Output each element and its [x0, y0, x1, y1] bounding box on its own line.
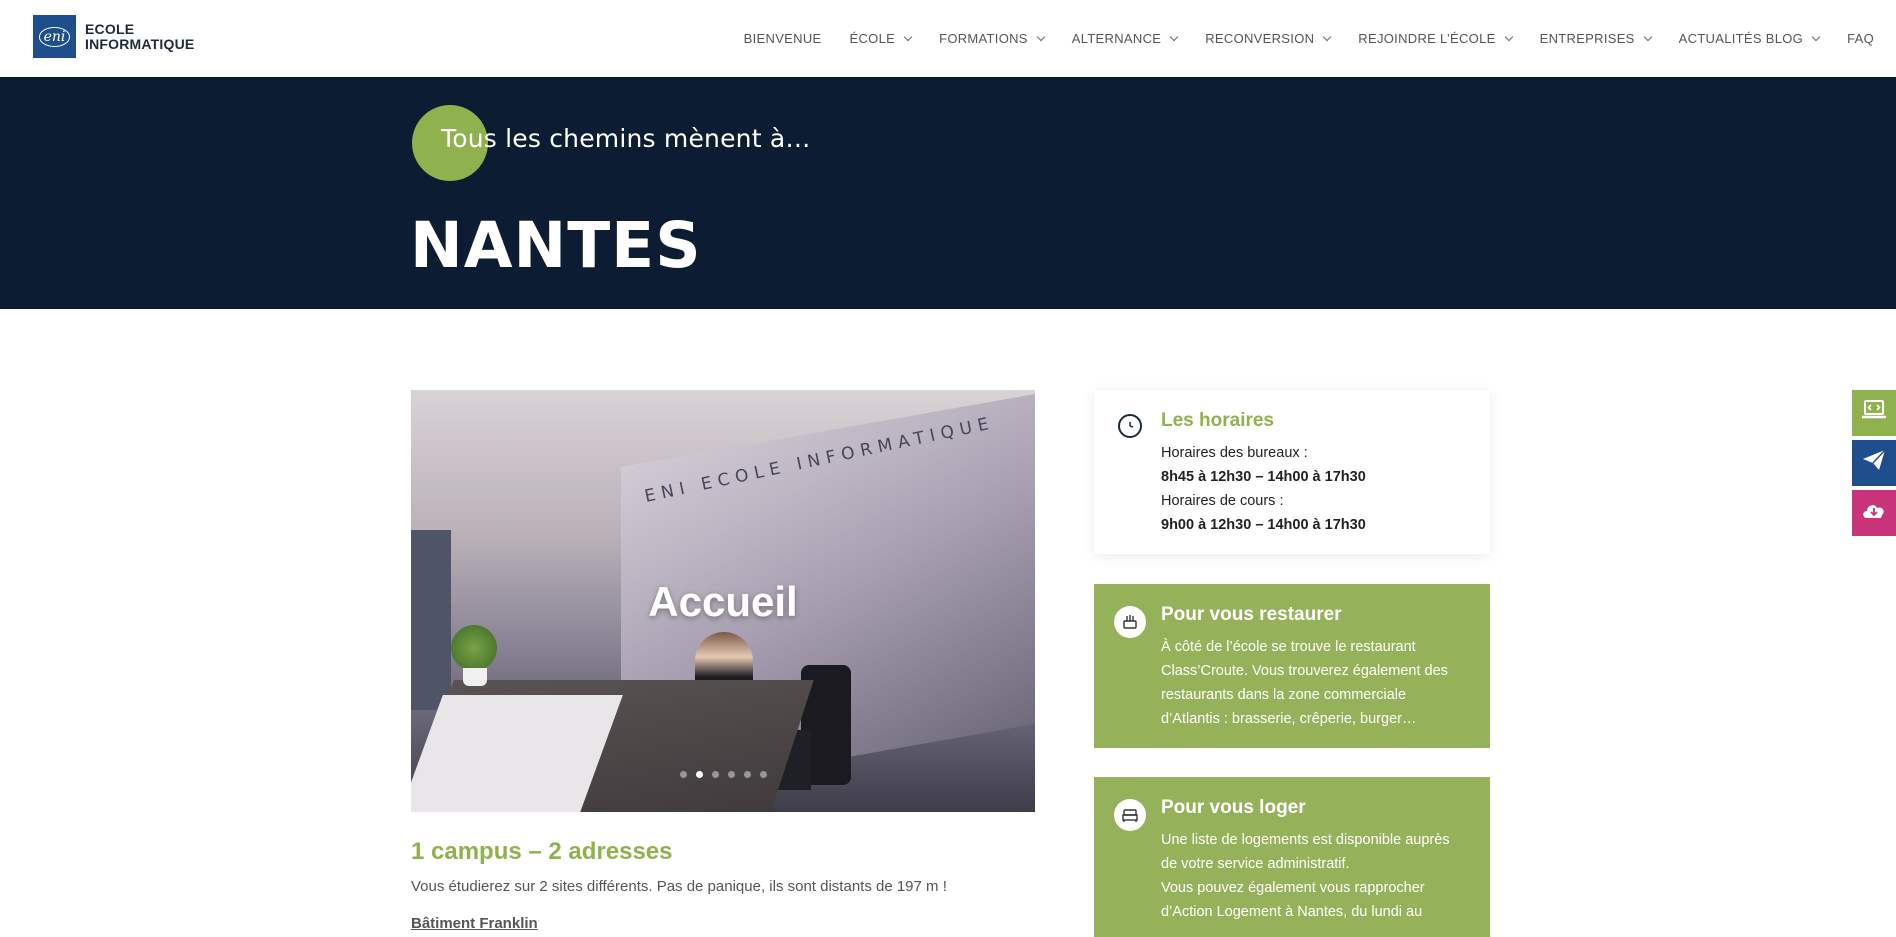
clock-icon [1118, 414, 1142, 438]
chevron-down-icon [1036, 32, 1046, 41]
chevron-down-icon [1504, 32, 1513, 41]
side-button-download[interactable] [1852, 490, 1896, 536]
card-title: Pour vous restaurer [1161, 604, 1342, 625]
bed-icon [1114, 799, 1146, 831]
nav-item-reconversion[interactable]: RECONVERSION [1205, 31, 1332, 46]
slide-caption: Accueil [648, 578, 798, 625]
slider-dot[interactable] [711, 771, 719, 778]
chevron-down-icon [1323, 32, 1332, 41]
site-header: eni ECOLE INFORMATIQUE BIENVENUE ÉCOLE F… [0, 0, 1896, 77]
logo-text: ECOLE INFORMATIQUE [85, 20, 195, 52]
nav-label: FAQ [1847, 31, 1874, 46]
logo-mark-text: eni [38, 26, 71, 47]
card-line: de votre service administratif. [1161, 856, 1350, 872]
card-line: Horaires des bureaux : [1161, 445, 1308, 461]
card-line: restaurants dans la zone commerciale [1161, 687, 1407, 703]
card-line: Class’Croute. Vous trouverez également d… [1161, 663, 1448, 679]
card-line: 9h00 à 12h30 – 14h00 à 17h30 [1161, 517, 1366, 533]
card-line: d’Atlantis : brasserie, crêperie, burger… [1161, 711, 1417, 727]
cloud-download-icon [1861, 500, 1887, 526]
laptop-code-icon [1861, 399, 1887, 427]
logo-line-1: ECOLE [85, 20, 135, 37]
hero-subtitle: Tous les chemins mènent à… [441, 124, 811, 153]
eni-logo-mark: eni [33, 15, 76, 58]
card-line: d’Action Logement à Nantes, du lundi au [1161, 904, 1423, 920]
side-button-contact[interactable] [1852, 440, 1896, 486]
card-line: À côté de l’école se trouve le restauran… [1161, 639, 1416, 655]
nav-item-rejoindre[interactable]: REJOINDRE L’ÉCOLE [1358, 31, 1513, 46]
slider-dot[interactable] [679, 771, 687, 778]
nav-item-alternance[interactable]: ALTERNANCE [1071, 31, 1179, 46]
nav-label: ÉCOLE [849, 31, 896, 46]
nav-item-entreprises[interactable]: ENTREPRISES [1539, 31, 1652, 46]
chevron-down-icon [1169, 32, 1179, 41]
nav-item-formations[interactable]: FORMATIONS [939, 31, 1046, 46]
card-line: Horaires de cours : [1161, 493, 1284, 509]
hero-banner: Tous les chemins mènent à… NANTES [0, 77, 1896, 309]
campus-text: Vous étudierez sur 2 sites différents. P… [411, 878, 947, 895]
slide-plant-pot [463, 668, 487, 686]
campus-title: 1 campus – 2 adresses [411, 838, 673, 865]
campus-building: Bâtiment Franklin [411, 915, 538, 932]
main-nav: BIENVENUE ÉCOLE FORMATIONS ALTERNANCE RE… [716, 0, 1896, 77]
nav-label: ENTREPRISES [1539, 31, 1635, 46]
card-line: Une liste de logements est disponible au… [1161, 832, 1450, 848]
slider-dot[interactable] [727, 771, 735, 778]
hours-card: Les horaires Horaires des bureaux : 8h45… [1094, 390, 1490, 554]
side-button-formations[interactable] [1852, 390, 1896, 436]
nav-label: BIENVENUE [743, 31, 822, 46]
card-title: Les horaires [1161, 410, 1274, 431]
housing-card: Pour vous loger Une liste de logements e… [1094, 777, 1490, 937]
nav-item-ecole[interactable]: ÉCOLE [849, 31, 913, 46]
image-slider[interactable]: ENI ECOLE INFORMATIQUE Accueil [411, 390, 1035, 812]
chevron-down-icon [903, 32, 913, 41]
slider-dot[interactable] [695, 771, 703, 778]
nav-label: REJOINDRE L’ÉCOLE [1358, 31, 1496, 46]
food-icon [1114, 606, 1146, 638]
slider-dot[interactable] [743, 771, 751, 778]
card-line: 8h45 à 12h30 – 14h00 à 17h30 [1161, 469, 1366, 485]
site-logo[interactable]: eni ECOLE INFORMATIQUE [33, 15, 194, 58]
nav-item-faq[interactable]: FAQ [1847, 31, 1874, 46]
slider-dot[interactable] [759, 771, 767, 778]
chevron-down-icon [1811, 32, 1821, 41]
nav-label: ALTERNANCE [1071, 31, 1162, 46]
slide-plant [451, 625, 497, 671]
nav-label: RECONVERSION [1205, 31, 1315, 46]
chevron-down-icon [1643, 32, 1652, 41]
nav-item-bienvenue[interactable]: BIENVENUE [744, 31, 822, 46]
paper-plane-icon [1862, 449, 1886, 477]
nav-item-actualites[interactable]: ACTUALITÉS BLOG [1678, 31, 1821, 46]
nav-label: FORMATIONS [939, 31, 1028, 46]
food-card: Pour vous restaurer À côté de l’école se… [1094, 584, 1490, 748]
logo-line-2: INFORMATIQUE [85, 35, 195, 52]
nav-label: ACTUALITÉS BLOG [1678, 31, 1804, 46]
slider-pagination [411, 771, 1035, 778]
card-line: Vous pouvez également vous rapprocher [1161, 880, 1425, 896]
card-title: Pour vous loger [1161, 797, 1306, 818]
page-title: NANTES [410, 209, 702, 282]
